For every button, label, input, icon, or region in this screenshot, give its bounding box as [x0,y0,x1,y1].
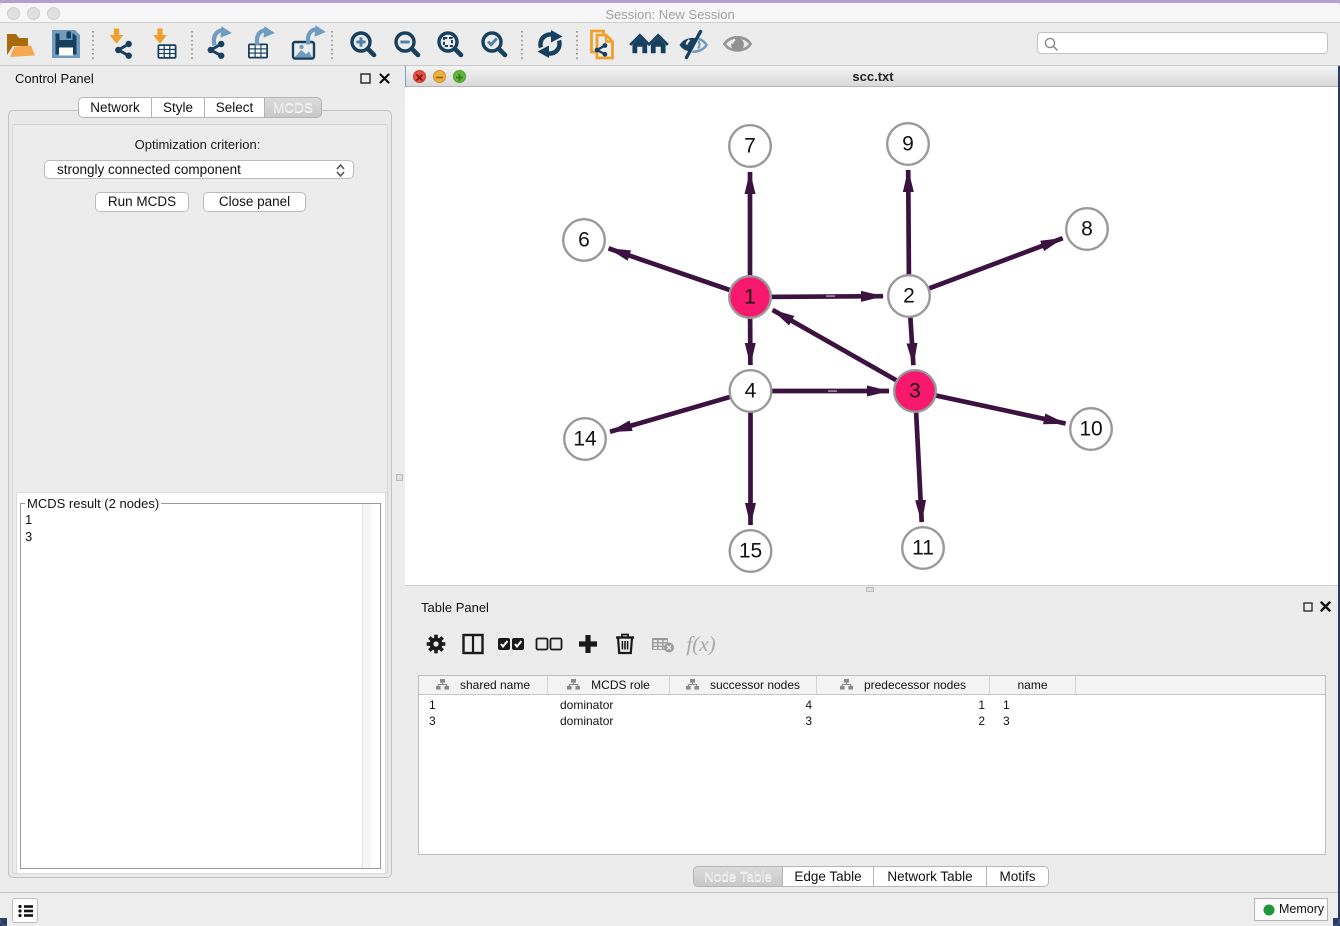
svg-text:9: 9 [902,133,914,156]
svg-text:7: 7 [744,135,756,158]
svg-text:3: 3 [909,380,921,403]
svg-text:1: 1 [744,286,756,309]
svg-text:2: 2 [903,285,915,308]
svg-text:f(x): f(x) [686,632,715,656]
svg-text:10: 10 [1079,418,1102,441]
svg-text:8: 8 [1081,218,1093,241]
svg-text:11: 11 [912,537,934,560]
svg-text:4: 4 [745,380,757,403]
svg-text:15: 15 [739,540,762,563]
svg-text:14: 14 [573,428,597,451]
svg-text:6: 6 [578,229,590,252]
